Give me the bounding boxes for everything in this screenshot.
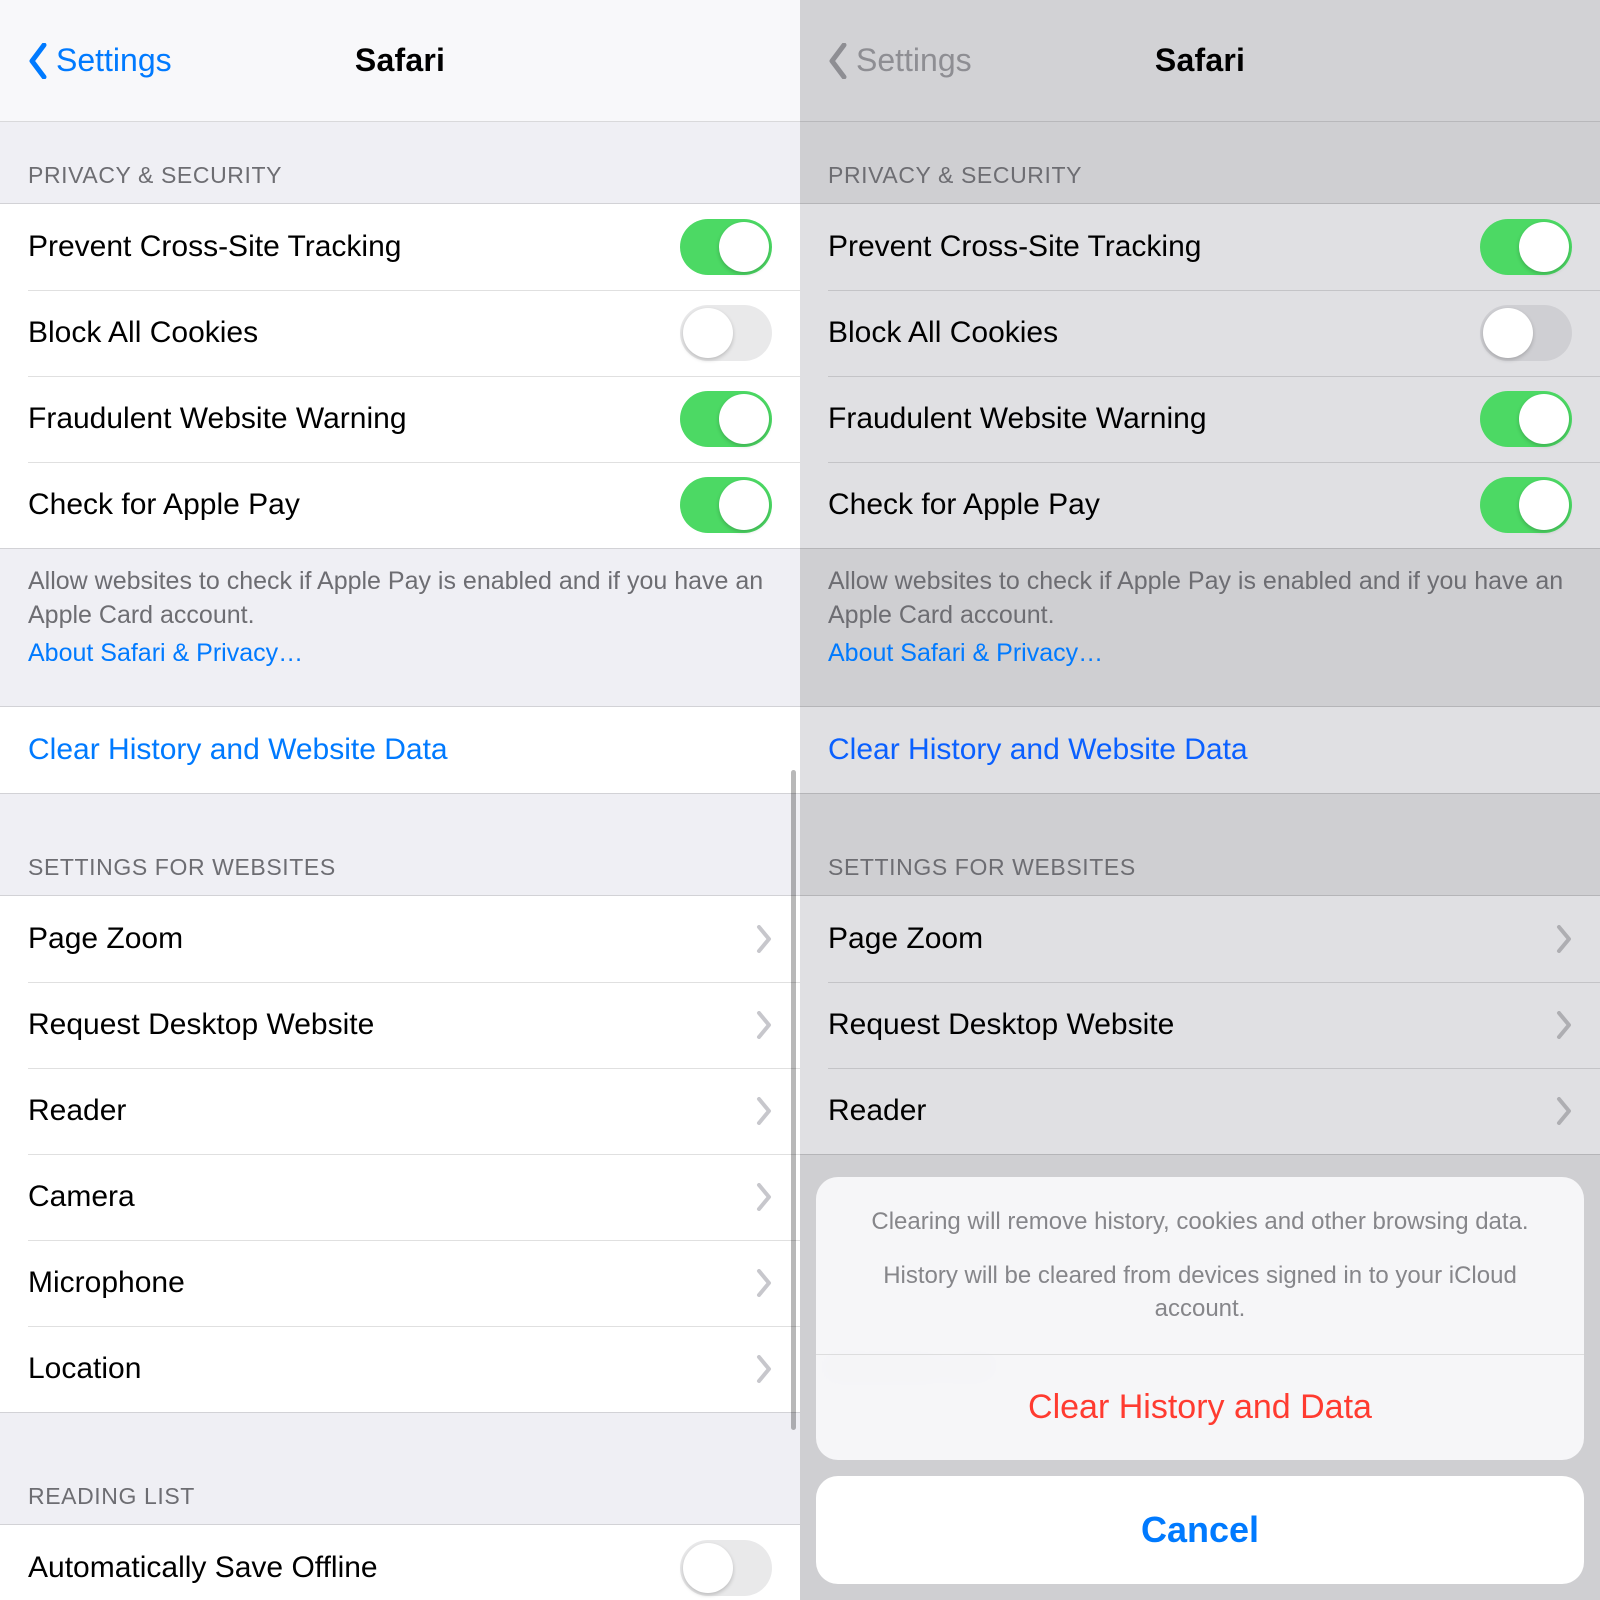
back-label: Settings (56, 42, 172, 79)
section-header-reading: READING LIST (0, 1413, 800, 1524)
chevron-right-icon (756, 925, 772, 953)
websites-group: Page Zoom Request Desktop Website Reader… (0, 895, 800, 1413)
row-label: Page Zoom (828, 922, 983, 956)
about-safari-privacy-link: About Safari & Privacy… (828, 637, 1572, 671)
chevron-right-icon (1556, 925, 1572, 953)
reading-group: Automatically Save Offline (0, 1524, 800, 1600)
action-sheet-card: Clearing will remove history, cookies an… (816, 1177, 1584, 1460)
navbar: Settings Safari (800, 0, 1600, 122)
row-block-cookies: Block All Cookies (800, 290, 1600, 376)
scrollbar[interactable] (791, 770, 796, 1430)
navbar: Settings Safari (0, 0, 800, 122)
row-label: Location (28, 1352, 141, 1386)
row-request-desktop[interactable]: Request Desktop Website (0, 982, 800, 1068)
clear-history-label: Clear History and Website Data (828, 733, 1248, 767)
row-label: Prevent Cross-Site Tracking (28, 230, 401, 264)
toggle-prevent-tracking[interactable] (680, 219, 772, 275)
row-page-zoom[interactable]: Page Zoom (0, 896, 800, 982)
row-reader[interactable]: Reader (0, 1068, 800, 1154)
clear-history-and-data-button[interactable]: Clear History and Data (816, 1354, 1584, 1460)
toggle-prevent-tracking (1480, 219, 1572, 275)
section-header-websites: SETTINGS FOR WEBSITES (800, 794, 1600, 895)
toggle-fraudulent-warning[interactable] (680, 391, 772, 447)
row-label: Prevent Cross-Site Tracking (828, 230, 1201, 264)
websites-group: Page Zoom Request Desktop Website Reader (800, 895, 1600, 1155)
privacy-group: Prevent Cross-Site Tracking Block All Co… (800, 203, 1600, 549)
row-fraudulent-warning: Fraudulent Website Warning (800, 376, 1600, 462)
row-apple-pay[interactable]: Check for Apple Pay (0, 462, 800, 548)
privacy-footer: Allow websites to check if Apple Pay is … (0, 549, 800, 670)
settings-scroll[interactable]: PRIVACY & SECURITY Prevent Cross-Site Tr… (0, 122, 800, 1600)
privacy-group: Prevent Cross-Site Tracking Block All Co… (0, 203, 800, 549)
row-microphone[interactable]: Microphone (0, 1240, 800, 1326)
row-block-cookies[interactable]: Block All Cookies (0, 290, 800, 376)
chevron-left-icon (28, 43, 48, 79)
row-label: Block All Cookies (28, 316, 258, 350)
section-header-privacy: PRIVACY & SECURITY (800, 122, 1600, 203)
back-label: Settings (856, 42, 972, 79)
action-sheet: Clearing will remove history, cookies an… (816, 1177, 1584, 1584)
chevron-right-icon (756, 1355, 772, 1383)
row-label: Reader (28, 1094, 126, 1128)
row-label: Fraudulent Website Warning (28, 402, 407, 436)
sheet-msg-line1: Clearing will remove history, cookies an… (856, 1205, 1544, 1239)
chevron-right-icon (1556, 1011, 1572, 1039)
row-reader: Reader (800, 1068, 1600, 1154)
clear-history-button: Clear History and Website Data (800, 707, 1600, 793)
row-label: Request Desktop Website (28, 1008, 374, 1042)
row-label: Page Zoom (28, 922, 183, 956)
about-safari-privacy-link[interactable]: About Safari & Privacy… (28, 637, 772, 671)
chevron-right-icon (756, 1097, 772, 1125)
row-label: Block All Cookies (828, 316, 1058, 350)
back-button: Settings (828, 0, 972, 121)
row-label: Microphone (28, 1266, 185, 1300)
row-location[interactable]: Location (0, 1326, 800, 1412)
row-label: Check for Apple Pay (828, 488, 1100, 522)
toggle-fraudulent-warning (1480, 391, 1572, 447)
chevron-left-icon (828, 43, 848, 79)
section-header-websites: SETTINGS FOR WEBSITES (0, 794, 800, 895)
chevron-right-icon (756, 1011, 772, 1039)
chevron-right-icon (756, 1183, 772, 1211)
toggle-block-cookies[interactable] (680, 305, 772, 361)
toggle-apple-pay (1480, 477, 1572, 533)
row-label: Reader (828, 1094, 926, 1128)
page-title: Safari (1155, 42, 1245, 79)
row-label: Fraudulent Website Warning (828, 402, 1207, 436)
row-apple-pay: Check for Apple Pay (800, 462, 1600, 548)
row-fraudulent-warning[interactable]: Fraudulent Website Warning (0, 376, 800, 462)
row-prevent-tracking: Prevent Cross-Site Tracking (800, 204, 1600, 290)
row-prevent-tracking[interactable]: Prevent Cross-Site Tracking (0, 204, 800, 290)
chevron-right-icon (1556, 1097, 1572, 1125)
cancel-button[interactable]: Cancel (816, 1476, 1584, 1584)
toggle-block-cookies (1480, 305, 1572, 361)
sheet-action-label: Clear History and Data (1028, 1388, 1372, 1427)
privacy-footer-text: Allow websites to check if Apple Pay is … (828, 567, 1563, 629)
back-button[interactable]: Settings (28, 0, 172, 121)
safari-settings-screen: Settings Safari PRIVACY & SECURITY Preve… (0, 0, 800, 1600)
clear-group: Clear History and Website Data (0, 706, 800, 794)
row-save-offline[interactable]: Automatically Save Offline (0, 1525, 800, 1600)
row-label: Camera (28, 1180, 135, 1214)
privacy-footer: Allow websites to check if Apple Pay is … (800, 549, 1600, 670)
page-title: Safari (355, 42, 445, 79)
row-label: Check for Apple Pay (28, 488, 300, 522)
section-header-privacy: PRIVACY & SECURITY (0, 122, 800, 203)
chevron-right-icon (756, 1269, 772, 1297)
action-sheet-message: Clearing will remove history, cookies an… (816, 1177, 1584, 1354)
safari-settings-with-sheet: Settings Safari PRIVACY & SECURITY Preve… (800, 0, 1600, 1600)
clear-group: Clear History and Website Data (800, 706, 1600, 794)
toggle-apple-pay[interactable] (680, 477, 772, 533)
privacy-footer-text: Allow websites to check if Apple Pay is … (28, 567, 763, 629)
row-camera[interactable]: Camera (0, 1154, 800, 1240)
clear-history-button[interactable]: Clear History and Website Data (0, 707, 800, 793)
clear-history-label: Clear History and Website Data (28, 733, 448, 767)
row-label: Automatically Save Offline (28, 1551, 378, 1585)
toggle-save-offline[interactable] (680, 1540, 772, 1596)
row-label: Request Desktop Website (828, 1008, 1174, 1042)
row-request-desktop: Request Desktop Website (800, 982, 1600, 1068)
sheet-msg-line2: History will be cleared from devices sig… (856, 1259, 1544, 1326)
row-page-zoom: Page Zoom (800, 896, 1600, 982)
cancel-label: Cancel (1141, 1509, 1259, 1551)
